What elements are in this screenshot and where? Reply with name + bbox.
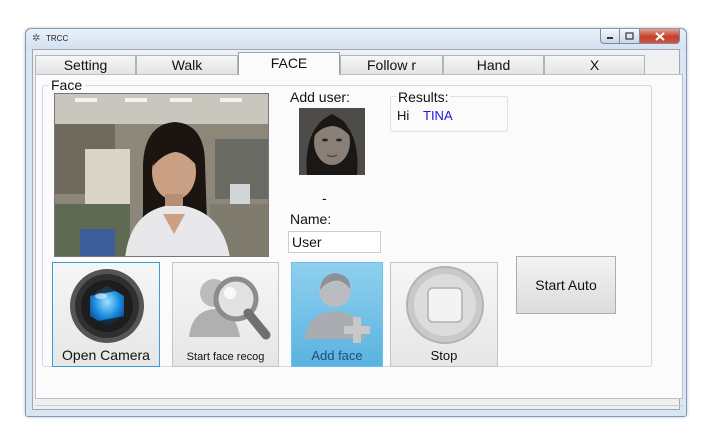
add-user-face-thumbnail xyxy=(299,108,365,175)
tab-walk[interactable]: Walk xyxy=(136,55,238,74)
window-controls xyxy=(600,29,680,44)
face-groupbox: Face Add user: - Name: User Results: Hi … xyxy=(42,77,652,367)
tab-x[interactable]: X xyxy=(544,55,645,74)
maximize-icon xyxy=(625,32,634,40)
app-window: ✲ TRCC Setting Walk FACE Follow r Hand X… xyxy=(25,28,687,417)
face-tab-page: Face Add user: - Name: User Results: Hi … xyxy=(35,74,683,399)
open-camera-button[interactable]: Open Camera xyxy=(52,262,160,367)
tab-strip: Setting Walk FACE Follow r Hand X xyxy=(35,52,675,75)
face-group-label: Face xyxy=(48,77,86,93)
start-auto-label: Start Auto xyxy=(535,277,597,293)
close-icon xyxy=(654,31,665,41)
tab-setting[interactable]: Setting xyxy=(35,55,136,74)
results-greeting: Hi xyxy=(397,108,410,123)
recognized-name: TINA xyxy=(423,108,453,123)
start-face-recog-label: Start face recog xyxy=(186,351,265,363)
name-label: Name: xyxy=(290,211,332,227)
tab-hand[interactable]: Hand xyxy=(443,55,544,74)
add-face-button[interactable]: Add face xyxy=(291,262,383,367)
minimize-button[interactable] xyxy=(600,29,620,44)
stop-icon xyxy=(406,266,484,344)
minimize-icon xyxy=(607,37,613,39)
status-strip xyxy=(35,405,683,412)
tab-face[interactable]: FACE xyxy=(238,52,340,75)
start-face-recog-button[interactable]: Start face recog xyxy=(172,262,279,367)
results-label: Results: xyxy=(397,89,450,105)
start-auto-button[interactable]: Start Auto xyxy=(516,256,616,314)
stop-label: Stop xyxy=(430,348,458,363)
camera-lens-icon xyxy=(70,269,144,343)
face-thumbnail-image xyxy=(299,108,365,175)
window-title: TRCC xyxy=(46,34,69,43)
app-icon: ✲ xyxy=(32,33,41,44)
stop-button[interactable]: Stop xyxy=(390,262,498,367)
add-face-label: Add face xyxy=(311,348,363,363)
add-user-icon xyxy=(305,273,370,343)
tab-follow[interactable]: Follow r xyxy=(340,55,443,74)
close-button[interactable] xyxy=(640,29,680,44)
add-user-label: Add user: xyxy=(290,89,350,105)
face-search-icon xyxy=(189,276,271,340)
maximize-button[interactable] xyxy=(620,29,640,44)
open-camera-label: Open Camera xyxy=(62,347,150,363)
user-placeholder-dash: - xyxy=(322,190,327,206)
camera-frame-image xyxy=(55,94,268,256)
camera-preview xyxy=(54,93,269,257)
name-input[interactable] xyxy=(288,231,381,253)
client-area: Setting Walk FACE Follow r Hand X Face A… xyxy=(32,49,683,412)
title-bar[interactable]: ✲ TRCC xyxy=(26,29,686,49)
